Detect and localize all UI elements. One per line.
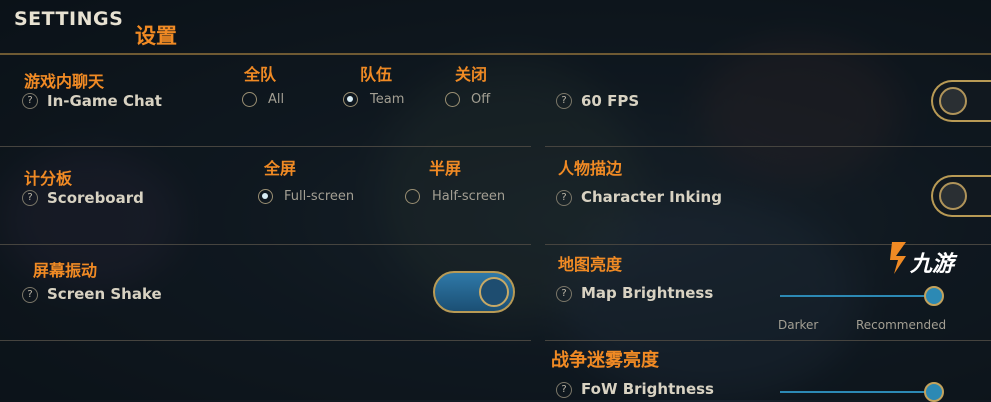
fps-toggle[interactable] [931,80,991,122]
map-brightness-min-label: Darker [778,318,819,332]
toggle-knob [479,277,509,307]
fow-brightness-label-cn: 战争迷雾亮度 [551,350,659,371]
scoreboard-option-half-label[interactable]: Half-screen [432,189,505,204]
inking-label: Character Inking [581,188,722,206]
scoreboard-option-full-cn: 全屏 [264,159,297,178]
fow-brightness-thumb[interactable] [924,382,944,402]
scoreboard-option-full-label[interactable]: Full-screen [284,189,354,204]
scoreboard-option-half-radio[interactable] [405,189,420,204]
chat-label: In-Game Chat [47,92,162,110]
map-brightness-track[interactable] [780,295,930,297]
help-icon[interactable]: ? [556,190,572,206]
chat-option-team-radio[interactable] [343,92,358,107]
help-icon[interactable]: ? [556,93,572,109]
help-icon[interactable]: ? [22,93,38,109]
shake-label-cn: 屏幕振动 [33,261,98,280]
chat-option-team-label[interactable]: Team [370,92,404,107]
chat-option-off-radio[interactable] [445,92,460,107]
divider [0,146,531,147]
divider [545,340,991,341]
chat-option-off-cn: 关闭 [455,65,488,84]
page-title-cn: 设置 [135,24,177,48]
help-icon[interactable]: ? [22,287,38,303]
fow-brightness-label: FoW Brightness [581,380,714,398]
divider [0,340,531,341]
chat-option-all-radio[interactable] [242,92,257,107]
help-icon[interactable]: ? [22,190,38,206]
divider [545,146,991,147]
map-brightness-thumb[interactable] [924,286,944,306]
fow-brightness-track[interactable] [780,391,930,393]
inking-label-cn: 人物描边 [558,159,623,178]
divider [0,244,531,245]
chat-option-team-cn: 队伍 [360,65,393,84]
toggle-knob [939,87,967,115]
watermark-logo: 九游 [910,252,955,277]
help-icon[interactable]: ? [556,382,572,398]
divider [545,244,991,245]
map-brightness-max-label: Recommended [856,318,947,332]
map-brightness-label-cn: 地图亮度 [558,255,623,274]
chat-label-cn: 游戏内聊天 [24,72,105,91]
header-divider [0,53,991,55]
toggle-knob [939,182,967,210]
shake-toggle[interactable] [433,271,515,313]
help-icon[interactable]: ? [556,286,572,302]
shake-label: Screen Shake [47,285,162,303]
watermark-icon [888,240,910,276]
scoreboard-label-cn: 计分板 [24,169,73,188]
chat-option-all-cn: 全队 [244,65,277,84]
chat-option-off-label[interactable]: Off [471,92,490,107]
fps-label: 60 FPS [581,92,640,110]
map-brightness-label: Map Brightness [581,284,714,302]
page-title: SETTINGS [14,8,124,30]
scoreboard-option-full-radio[interactable] [258,189,273,204]
inking-toggle[interactable] [931,175,991,217]
scoreboard-label: Scoreboard [47,189,144,207]
scoreboard-option-half-cn: 半屏 [429,159,462,178]
chat-option-all-label[interactable]: All [268,92,284,107]
